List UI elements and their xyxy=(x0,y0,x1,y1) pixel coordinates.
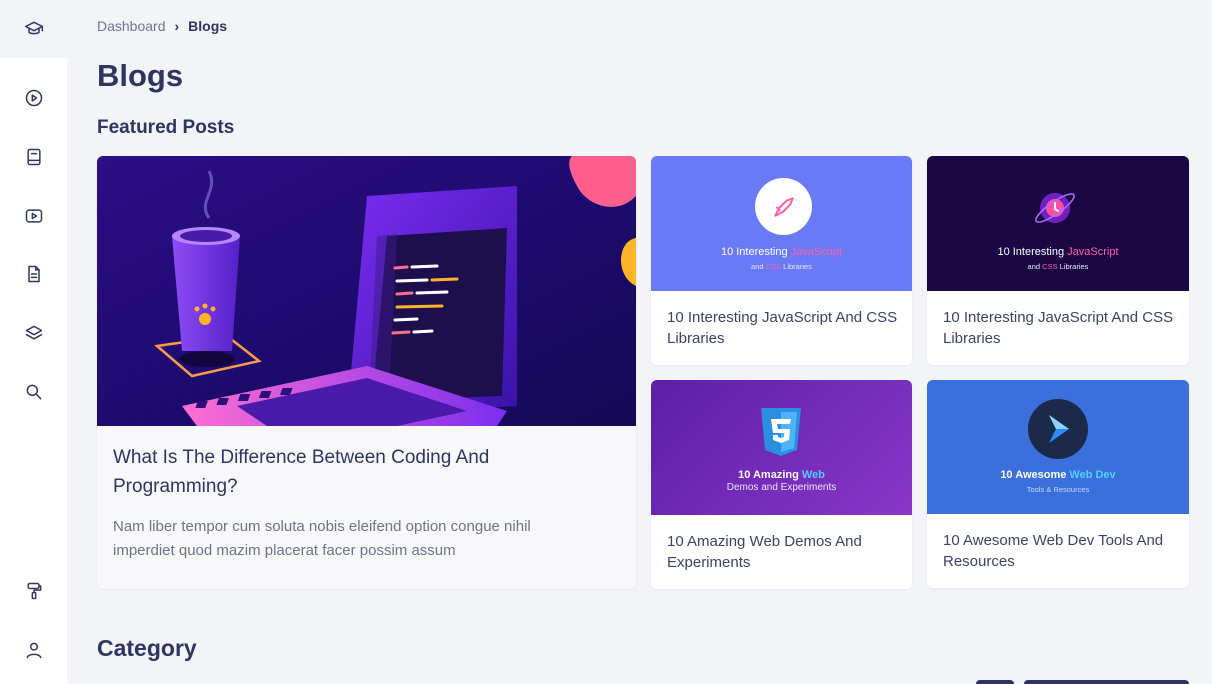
featured-posts-heading: Featured Posts xyxy=(97,117,235,138)
thumbnail-caption: 10 Awesome Web Dev Tools & Resources xyxy=(927,469,1189,494)
graduation-cap-icon xyxy=(24,21,43,35)
thumb-subtext: Tools & Resources xyxy=(1026,485,1090,494)
post-thumbnail: 10 Interesting JavaScript and CSS Librar… xyxy=(651,156,912,291)
post-thumbnail: 10 Amazing Web Demos and Experiments xyxy=(651,380,912,515)
breadcrumb: Dashboard › Blogs xyxy=(97,18,227,34)
thumb-sub-highlight: CSS xyxy=(1042,262,1058,271)
thumbnail-caption: 10 Interesting JavaScript and CSS Librar… xyxy=(927,246,1189,271)
breadcrumb-current: Blogs xyxy=(188,18,228,34)
sidebar-item-profile[interactable] xyxy=(0,621,67,679)
dev-tools-logo-icon xyxy=(1028,399,1088,459)
featured-post-title[interactable]: What Is The Difference Between Coding An… xyxy=(113,443,576,501)
thumb-subtext: and xyxy=(751,262,766,271)
featured-post-excerpt: Nam liber tempor cum soluta nobis eleife… xyxy=(113,518,531,559)
thumb-highlight: Web xyxy=(801,469,825,481)
css3-logo-icon xyxy=(761,408,801,456)
rocket-icon xyxy=(773,196,794,217)
libraries-badge xyxy=(755,178,812,235)
post-title[interactable]: 10 Amazing Web Demos And Experiments xyxy=(667,531,900,573)
document-icon xyxy=(27,265,40,283)
post-title[interactable]: 10 Interesting JavaScript And CSS Librar… xyxy=(667,307,900,349)
post-thumbnail: 10 Awesome Web Dev Tools & Resources xyxy=(927,380,1189,514)
sidebar-item-customize[interactable] xyxy=(0,562,67,620)
thumb-subtext: and xyxy=(1027,262,1043,271)
thumb-text: 10 Awesome xyxy=(1000,469,1070,481)
sidebar xyxy=(0,0,67,684)
featured-post-card[interactable]: 10 Awesome Web Dev Tools & Resources 10 … xyxy=(927,380,1189,588)
category-control[interactable] xyxy=(1024,680,1189,684)
user-icon xyxy=(26,642,41,659)
sidebar-item-layers[interactable] xyxy=(0,304,67,362)
post-thumbnail: 10 Interesting JavaScript and CSS Librar… xyxy=(927,156,1189,291)
sidebar-item-videos[interactable] xyxy=(0,69,67,127)
thumb-highlight: JavaScript xyxy=(1067,246,1119,258)
thumb-subtext-end: Libraries xyxy=(1057,262,1089,271)
page-title: Blogs xyxy=(97,58,184,93)
category-control[interactable] xyxy=(976,680,1014,684)
thumb-text: 10 Interesting xyxy=(997,246,1068,258)
post-title[interactable]: 10 Awesome Web Dev Tools And Resources xyxy=(943,530,1177,572)
thumb-subtext: Demos and Experiments xyxy=(726,482,837,493)
layers-icon xyxy=(25,325,42,340)
sidebar-item-search[interactable] xyxy=(0,363,67,421)
sidebar-item-media[interactable] xyxy=(0,187,67,245)
breadcrumb-dashboard-link[interactable]: Dashboard xyxy=(97,18,166,34)
thumb-sub-highlight: CSS xyxy=(765,262,782,271)
play-circle-icon xyxy=(25,89,42,107)
paint-roller-icon xyxy=(26,582,41,600)
planet-icon xyxy=(1035,193,1075,223)
featured-post-image xyxy=(97,156,636,426)
thumb-highlight: JavaScript xyxy=(790,246,843,258)
featured-post-card[interactable]: 10 Interesting JavaScript and CSS Librar… xyxy=(927,156,1189,365)
featured-post-card[interactable]: 10 Interesting JavaScript and CSS Librar… xyxy=(651,156,912,365)
thumb-subtext-end: Libraries xyxy=(781,262,812,271)
post-title[interactable]: 10 Interesting JavaScript And CSS Librar… xyxy=(943,307,1177,349)
category-heading: Category xyxy=(97,635,197,661)
search-icon xyxy=(26,384,41,400)
sidebar-item-courses[interactable] xyxy=(0,0,67,58)
featured-post-card[interactable]: 10 Amazing Web Demos and Experiments 10 … xyxy=(651,380,912,589)
breadcrumb-separator: › xyxy=(174,18,180,34)
sidebar-item-documents[interactable] xyxy=(0,245,67,303)
thumbnail-caption: 10 Interesting JavaScript and CSS Librar… xyxy=(651,246,912,271)
video-icon xyxy=(25,209,42,223)
thumb-highlight: Web Dev xyxy=(1069,469,1116,481)
thumb-text: 10 Interesting xyxy=(720,246,791,258)
thumb-text: 10 Amazing xyxy=(738,469,802,481)
featured-post-main[interactable]: What Is The Difference Between Coding An… xyxy=(97,156,636,589)
book-icon xyxy=(26,148,41,166)
thumbnail-caption: 10 Amazing Web Demos and Experiments xyxy=(651,469,912,493)
sidebar-item-books[interactable] xyxy=(0,128,67,186)
